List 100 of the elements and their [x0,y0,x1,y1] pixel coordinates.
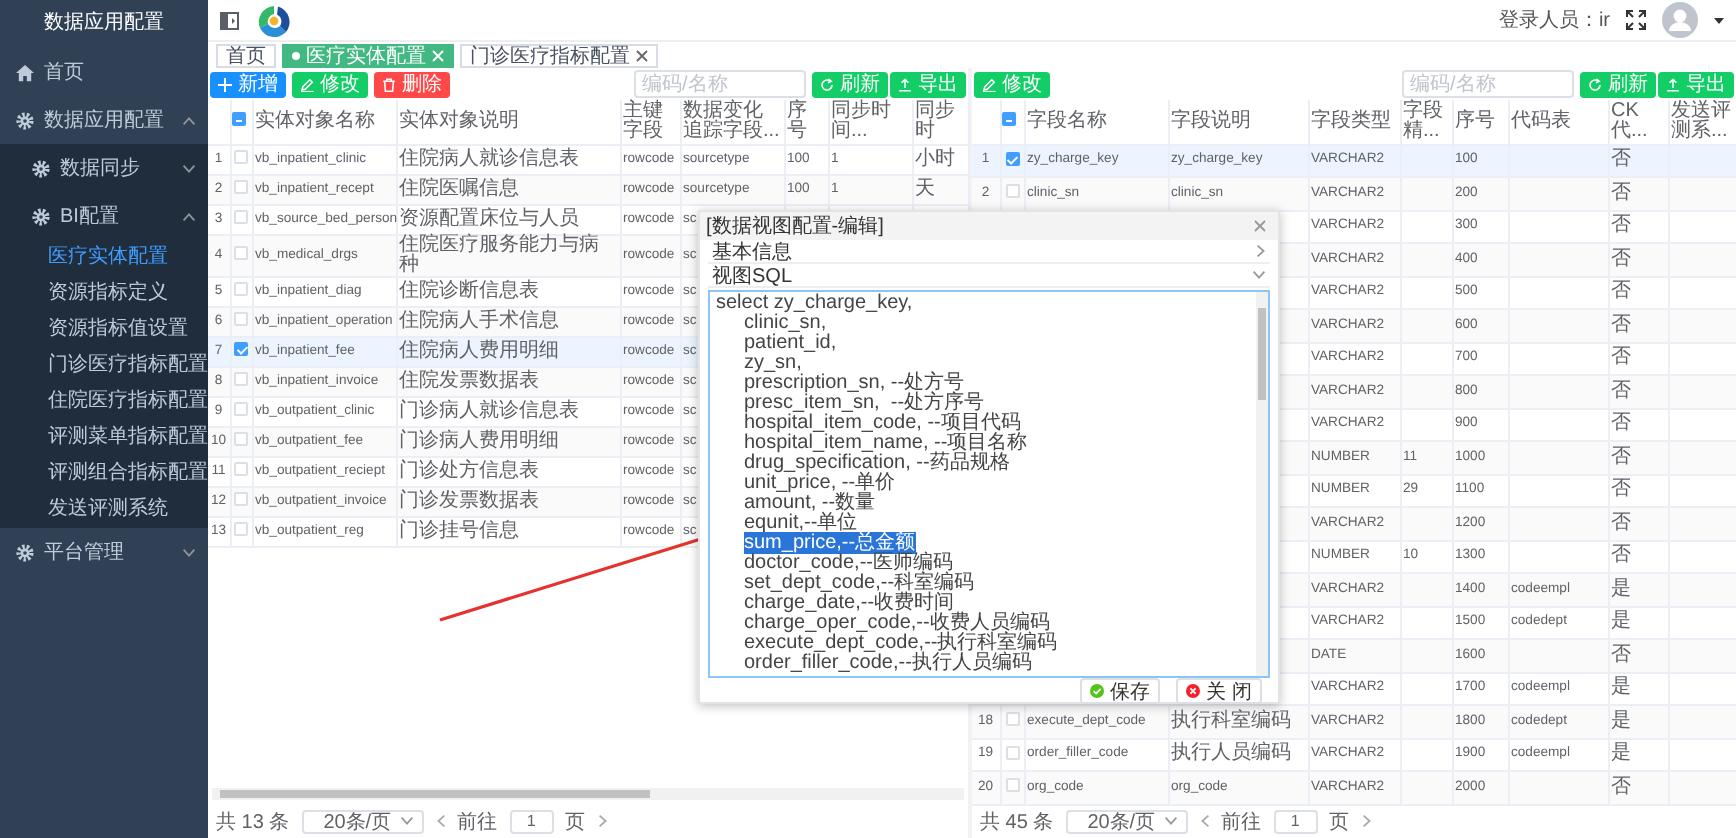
table-cell: 小时 [912,144,968,174]
table-cell: 否 [1608,309,1668,342]
column-header: 数据变化追踪字段... [680,100,784,144]
menu-item[interactable]: 资源指标值设置 [0,312,208,348]
table-cell: 否 [1608,507,1668,540]
tab[interactable]: 门诊医疗指标配置 [460,44,658,68]
column-header: 代码表 [1508,100,1608,144]
menu-item[interactable]: 数据同步 [0,144,208,192]
delete-button[interactable]: 删除 [374,71,450,97]
table-cell: 否 [1608,441,1668,474]
menu-item[interactable]: 评测菜单指标配置 [0,420,208,456]
next-page-icon[interactable] [1361,814,1372,828]
code-line: execute_dept_code,--执行科室编码 [744,632,1058,654]
checkbox[interactable] [234,342,248,357]
table-cell: 资源配置床位与人员 [396,204,620,234]
search-field[interactable]: 编码/名称 [1402,70,1574,98]
table-cell: 否 [1608,639,1668,672]
next-page-icon[interactable] [597,814,608,828]
column-header: 字段精... [1400,100,1452,144]
page-unit-label: 页 [565,809,586,835]
page-input[interactable]: 1 [1273,809,1318,833]
code-line: order_filler_code,--执行人员编码 [744,652,1032,674]
previous-page-icon[interactable] [1199,814,1210,828]
gear-icon [16,543,34,561]
menu-item[interactable]: 平台管理 [0,528,208,576]
column-header: 字段名称 [1024,100,1168,144]
check-circle-icon [1090,684,1105,698]
upload-icon [1666,77,1680,91]
table-cell: 否 [1608,375,1668,408]
logo [256,3,292,37]
table-cell: 住院病人手术信息 [396,306,620,336]
page-size-select[interactable]: 20条/页 [301,809,424,833]
search-field[interactable]: 编码/名称 [634,70,806,98]
fullscreen-icon[interactable] [1626,10,1646,30]
pencil-icon [982,77,996,91]
column-header: 同步时间... [828,100,912,144]
section-header[interactable]: 视图SQL [708,264,1270,288]
table-cell: 是 [1608,705,1668,738]
table-cell: 住院医嘱信息 [396,174,620,204]
table-cell: 住院医疗服务能力与病种 [396,234,620,276]
table-cell: 天 [912,174,968,204]
code-line: charge_oper_code,--收费人员编码 [744,612,1050,634]
column-header: 同步时 [912,100,968,144]
app-title: 数据应用配置 [42,9,166,38]
chevron-down-icon [399,816,414,826]
column-header: 序号 [1452,100,1508,144]
table-cell: 住院发票数据表 [396,366,620,396]
sql-editor[interactable] [708,290,1270,678]
menu-item[interactable]: 评测组合指标配置 [0,456,208,492]
column-header: 序号 [784,100,828,144]
refresh-icon [1588,77,1602,91]
pencil-icon [300,77,314,91]
table-cell: 住院诊断信息表 [396,276,620,306]
page-size-select[interactable]: 20条/页 [1065,809,1188,833]
column-header: 实体对象说明 [396,100,620,144]
menu-item[interactable]: 住院医疗指标配置 [0,384,208,420]
close-circle-icon [1186,684,1201,698]
caret-icon[interactable] [1714,17,1724,23]
menu-item[interactable]: 发送评测系统 [0,492,208,528]
column-header: 字段说明 [1168,100,1308,144]
page-unit-label: 页 [1329,809,1350,835]
previous-page-icon[interactable] [435,814,446,828]
table-cell: 否 [1608,771,1668,804]
code-line: doctor_code,--医师编码 [744,552,953,574]
close-button[interactable]: 关 闭 [1176,678,1262,704]
avatar-icon[interactable] [1662,2,1698,38]
gear-icon [32,207,50,225]
table-cell: 住院病人费用明细 [396,336,620,366]
table-cell: 门诊发票数据表 [396,486,620,516]
gear-icon [16,111,34,129]
column-header: 实体对象名称 [252,100,396,144]
checkbox[interactable] [1005,151,1019,166]
gear-icon [32,159,50,177]
chevron-down-icon [1163,816,1178,826]
table-cell: 门诊挂号信息 [396,516,620,546]
menu-item[interactable]: 资源指标定义 [0,276,208,312]
column-header: 发送评测系... [1668,100,1736,144]
table-cell: 否 [1608,177,1668,210]
horizontal-scrollbar[interactable] [212,788,964,800]
refresh-icon [820,77,834,91]
close-icon[interactable] [1254,220,1266,232]
menu-item[interactable]: 首页 [0,48,208,96]
table-cell: 门诊病人费用明细 [396,426,620,456]
close-icon[interactable] [636,50,648,62]
vertical-scrollbar[interactable] [1256,292,1268,676]
add-button[interactable]: 新增 [210,71,286,97]
goto-label: 前往 [1221,809,1262,835]
collapse-menu-icon[interactable] [220,11,240,29]
home-icon [16,63,34,81]
menu-item[interactable]: 数据应用配置 [0,96,208,144]
upload-icon [898,77,912,91]
section-header[interactable]: 基本信息 [708,240,1270,264]
page-input[interactable]: 1 [509,809,554,833]
menu-item[interactable]: 医疗实体配置 [0,240,208,276]
menu-item[interactable]: 门诊医疗指标配置 [0,348,208,384]
table-cell: 门诊病人就诊信息表 [396,396,620,426]
goto-label: 前往 [457,809,498,835]
save-button[interactable]: 保存 [1080,678,1161,704]
menu-item[interactable]: BI配置 [0,192,208,240]
tab[interactable]: 首页 [216,44,276,68]
